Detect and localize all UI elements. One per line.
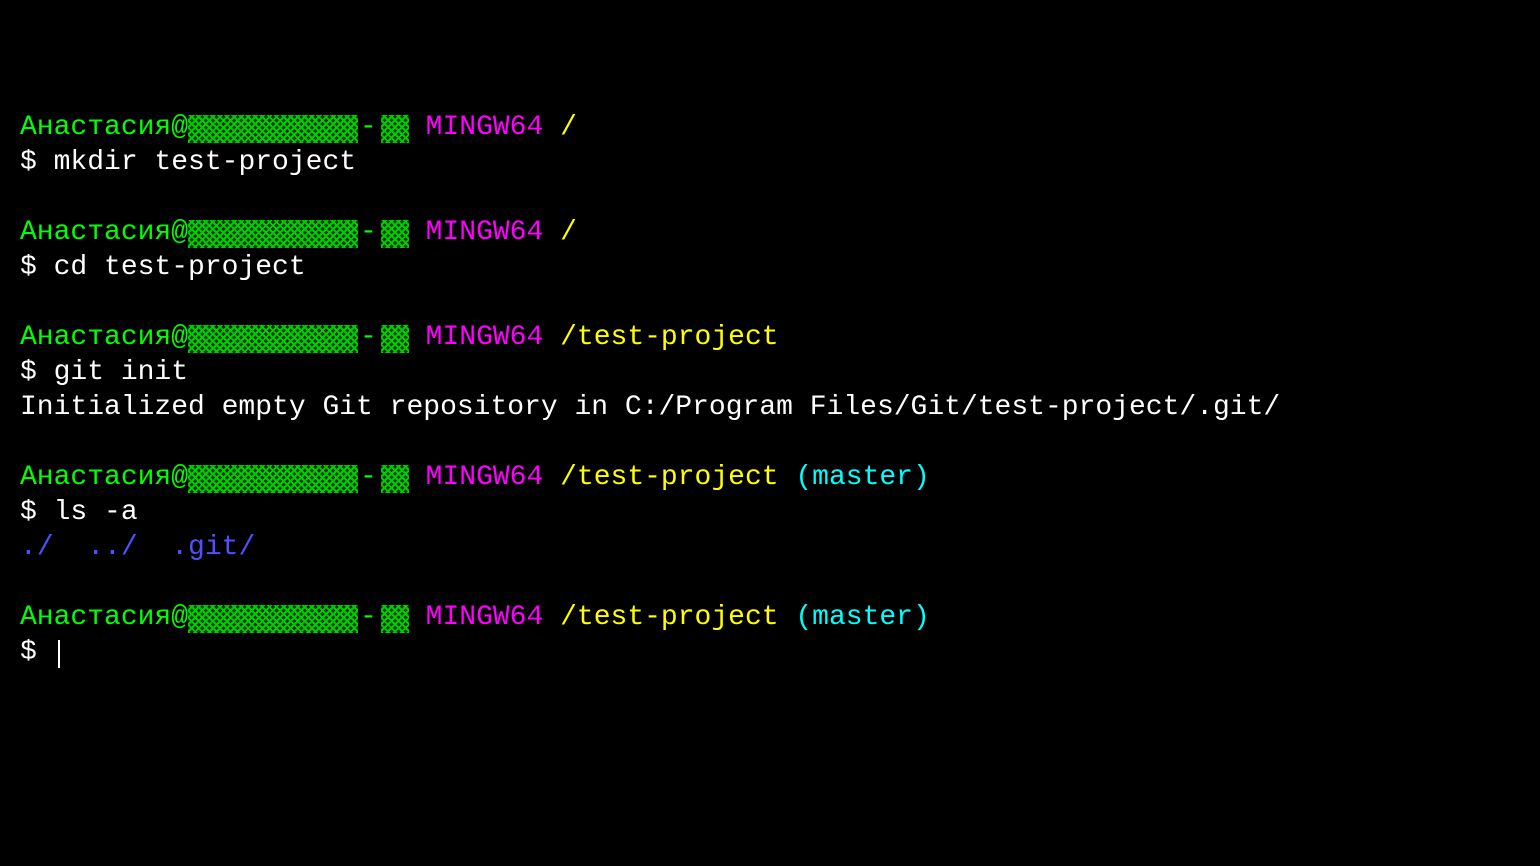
prompt-line: Анастасия@ - MINGW64 /test-project (maste… xyxy=(20,600,1520,635)
output-line: Initialized empty Git repository in C:/P… xyxy=(20,390,1520,425)
prompt-line: Анастасия@ - MINGW64 /test-project (maste… xyxy=(20,460,1520,495)
terminal-window[interactable]: Анастасия@- MINGW64 /$ mkdir test-projec… xyxy=(20,110,1520,670)
command-line[interactable]: $ xyxy=(20,635,1520,670)
prompt-line: Анастасия@ - MINGW64 /test-project xyxy=(20,320,1520,355)
command-line[interactable]: $ mkdir test-project xyxy=(20,145,1520,180)
command-text: cd test-project xyxy=(54,252,306,283)
prompt-line: Анастасия@ - MINGW64 / xyxy=(20,215,1520,250)
cursor xyxy=(58,640,60,668)
terminal-block: Анастасия@- MINGW64 /$ mkdir test-projec… xyxy=(20,110,1520,180)
prompt-line: Анастасия@ - MINGW64 / xyxy=(20,110,1520,145)
hostname-redacted-2 xyxy=(381,220,409,248)
command-text: git init xyxy=(54,357,188,388)
hostname-redacted-2 xyxy=(381,465,409,493)
command-text: mkdir test-project xyxy=(54,147,356,178)
system-label: MINGW64 xyxy=(426,462,544,493)
path-label: /test-project xyxy=(560,462,778,493)
hostname-redacted xyxy=(188,115,358,143)
username: Анастасия xyxy=(20,462,171,493)
username: Анастасия xyxy=(20,602,171,633)
prompt-symbol: $ xyxy=(20,637,54,668)
dir-entry: ../ xyxy=(87,532,137,563)
hostname-redacted-2 xyxy=(381,115,409,143)
dir-entry: .git/ xyxy=(171,532,255,563)
prompt-symbol: $ xyxy=(20,357,54,388)
at-sign: @ xyxy=(171,462,188,493)
prompt-symbol: $ xyxy=(20,147,54,178)
terminal-block: Анастасия@ - MINGW64 /test-project (maste… xyxy=(20,600,1520,670)
username: Анастасия xyxy=(20,112,171,143)
path-label: /test-project xyxy=(560,602,778,633)
system-label: MINGW64 xyxy=(426,602,544,633)
username: Анастасия xyxy=(20,217,171,248)
path-label: / xyxy=(560,217,577,248)
system-label: MINGW64 xyxy=(426,322,544,353)
command-line[interactable]: $ git init xyxy=(20,355,1520,390)
command-line[interactable]: $ cd test-project xyxy=(20,250,1520,285)
branch-label: (master) xyxy=(795,602,929,633)
terminal-block: Анастасия@- MINGW64 /test-project$ git i… xyxy=(20,320,1520,425)
branch-label: (master) xyxy=(795,462,929,493)
username: Анастасия xyxy=(20,322,171,353)
hostname-redacted xyxy=(188,325,358,353)
hostname-redacted xyxy=(188,605,358,633)
output-line: ./ ../ .git/ xyxy=(20,530,1520,565)
separator: - xyxy=(360,462,377,493)
separator: - xyxy=(360,112,377,143)
hostname-redacted xyxy=(188,465,358,493)
terminal-block: Анастасия@ - MINGW64 /test-project (maste… xyxy=(20,460,1520,565)
command-line[interactable]: $ ls -a xyxy=(20,495,1520,530)
system-label: MINGW64 xyxy=(426,217,544,248)
hostname-redacted-2 xyxy=(381,325,409,353)
path-label: /test-project xyxy=(560,322,778,353)
at-sign: @ xyxy=(171,217,188,248)
at-sign: @ xyxy=(171,602,188,633)
hostname-redacted xyxy=(188,220,358,248)
hostname-redacted-2 xyxy=(381,605,409,633)
at-sign: @ xyxy=(171,112,188,143)
path-label: / xyxy=(560,112,577,143)
prompt-symbol: $ xyxy=(20,252,54,283)
separator: - xyxy=(360,322,377,353)
command-text: ls -a xyxy=(54,497,138,528)
at-sign: @ xyxy=(171,322,188,353)
prompt-symbol: $ xyxy=(20,497,54,528)
separator: - xyxy=(360,217,377,248)
separator: - xyxy=(360,602,377,633)
dir-entry: ./ xyxy=(20,532,54,563)
terminal-block: Анастасия@- MINGW64 /$ cd test-project xyxy=(20,215,1520,285)
system-label: MINGW64 xyxy=(426,112,544,143)
